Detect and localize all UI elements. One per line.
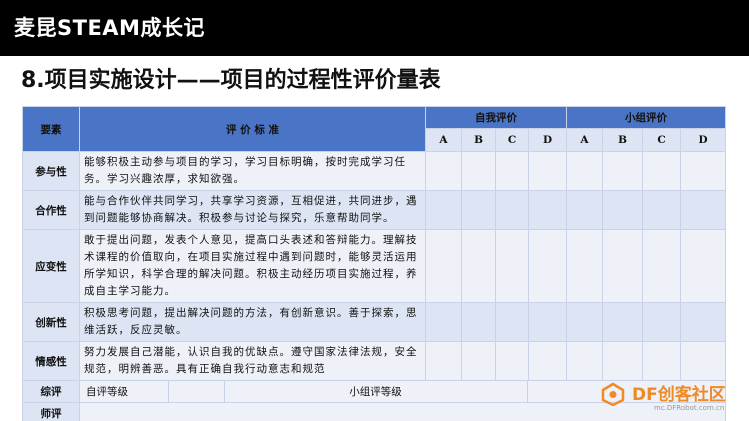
grade-cell[interactable]: [642, 190, 681, 230]
grade-cell[interactable]: [566, 151, 603, 191]
grade-cell[interactable]: [461, 341, 496, 381]
grade-cell[interactable]: [495, 190, 529, 230]
logo-url-text: mc.DFRobot.com.cn: [654, 404, 725, 412]
grade-header: B: [602, 128, 643, 152]
row-criteria: 能够积极主动参与项目的学习，学习目标明确，按时完成学习任务。学习兴趣浓厚，求知欲…: [79, 151, 426, 191]
grade-cell[interactable]: [680, 190, 726, 230]
logo-mark-icon: [601, 382, 625, 406]
grade-cell[interactable]: [425, 190, 462, 230]
grade-cell[interactable]: [642, 229, 681, 303]
grade-cell[interactable]: [680, 302, 726, 342]
evaluation-table: 要素 评 价 标 准 自我评价 小组评价 A B C D A B C D 参与性…: [22, 106, 726, 421]
grade-cell[interactable]: [602, 190, 643, 230]
grade-header: B: [461, 128, 496, 152]
table-row: 应变性 敢于提出问题，发表个人意见，提高口头表述和答辩能力。理解技术课程的价值取…: [22, 229, 726, 303]
grade-cell[interactable]: [642, 341, 681, 381]
row-element: 创新性: [22, 302, 80, 342]
table-row: 参与性 能够积极主动参与项目的学习，学习目标明确，按时完成学习任务。学习兴趣浓厚…: [22, 151, 726, 191]
row-element: 应变性: [22, 229, 80, 303]
row-element: 合作性: [22, 190, 80, 230]
grade-header: C: [495, 128, 529, 152]
summary-label: 综评: [22, 380, 80, 403]
grade-cell[interactable]: [425, 302, 462, 342]
grade-cell[interactable]: [528, 190, 567, 230]
col-header-element: 要素: [22, 106, 80, 152]
grade-cell[interactable]: [461, 190, 496, 230]
grade-cell[interactable]: [602, 341, 643, 381]
group-header-self: 自我评价: [425, 106, 567, 129]
grade-header: D: [528, 128, 567, 152]
row-element: 参与性: [22, 151, 80, 191]
grade-cell[interactable]: [566, 229, 603, 303]
group-header-team: 小组评价: [566, 106, 726, 129]
grade-header: A: [425, 128, 462, 152]
row-criteria: 努力发展自己潜能，认识自我的优缺点。遵守国家法律法规，安全规范，明辨善恶。具有正…: [79, 341, 426, 381]
grade-cell[interactable]: [425, 229, 462, 303]
grade-cell[interactable]: [602, 151, 643, 191]
grade-cell[interactable]: [602, 302, 643, 342]
table-row: 情感性 努力发展自己潜能，认识自我的优缺点。遵守国家法律法规，安全规范，明辨善恶…: [22, 341, 726, 381]
grade-cell[interactable]: [495, 151, 529, 191]
logo-brand-text: DF创客社区: [632, 385, 726, 405]
grade-header: C: [642, 128, 681, 152]
grade-cell[interactable]: [425, 151, 462, 191]
grade-cell[interactable]: [680, 341, 726, 381]
grade-cell[interactable]: [461, 229, 496, 303]
dfrobot-logo: DF创客社区 mc.DFRobot.com.cn: [600, 380, 740, 416]
summary-self-grade-value[interactable]: [168, 381, 225, 402]
grade-cell[interactable]: [461, 302, 496, 342]
grade-cell[interactable]: [602, 229, 643, 303]
grade-cell[interactable]: [495, 302, 529, 342]
row-criteria: 敢于提出问题，发表个人意见，提高口头表述和答辩能力。理解技术课程的价值取向，在项…: [79, 229, 426, 303]
grade-cell[interactable]: [461, 151, 496, 191]
grade-cell[interactable]: [566, 190, 603, 230]
grade-cell[interactable]: [680, 229, 726, 303]
table-row: 合作性 能与合作伙伴共同学习，共享学习资源，互相促进，共同进步，遇到问题能够协商…: [22, 190, 726, 230]
grade-header: A: [566, 128, 603, 152]
row-element: 情感性: [22, 341, 80, 381]
grade-cell[interactable]: [528, 302, 567, 342]
grade-cell[interactable]: [642, 302, 681, 342]
table-row: 创新性 积极思考问题，提出解决问题的方法，有创新意识。善于探索，思维活跃，反应灵…: [22, 302, 726, 342]
grade-cell[interactable]: [495, 229, 529, 303]
grade-cell[interactable]: [528, 229, 567, 303]
grade-cell[interactable]: [680, 151, 726, 191]
top-title-bar: 麦昆STEAM成长记: [0, 0, 749, 56]
grade-cell[interactable]: [495, 341, 529, 381]
row-criteria: 积极思考问题，提出解决问题的方法，有创新意识。善于探索，思维活跃，反应灵敏。: [79, 302, 426, 342]
summary-self-grade[interactable]: 自评等级: [80, 381, 169, 402]
grade-cell[interactable]: [425, 341, 462, 381]
row-criteria: 能与合作伙伴共同学习，共享学习资源，互相促进，共同进步，遇到问题能够协商解决。积…: [79, 190, 426, 230]
grade-cell[interactable]: [528, 151, 567, 191]
grade-cell[interactable]: [566, 302, 603, 342]
grade-cell[interactable]: [528, 341, 567, 381]
grade-cell[interactable]: [642, 151, 681, 191]
summary-team-grade[interactable]: 小组评等级: [224, 381, 528, 402]
col-header-criteria: 评 价 标 准: [79, 106, 426, 152]
grade-header: D: [680, 128, 726, 152]
grade-cell[interactable]: [566, 341, 603, 381]
teacher-label: 师评: [22, 402, 80, 421]
slide-heading: 8.项目实施设计——项目的过程性评价量表: [21, 68, 441, 93]
